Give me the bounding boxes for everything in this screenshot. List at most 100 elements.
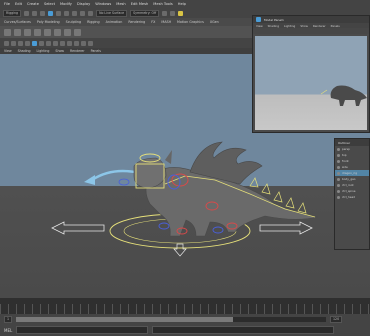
spike-control-5[interactable]: [297, 202, 307, 214]
transform-node-icon: [337, 177, 340, 181]
symmetry-field[interactable]: Symmetry: Off: [130, 9, 160, 17]
persp-menu-item-2[interactable]: Lighting: [284, 24, 295, 28]
range-slider-thumb[interactable]: [16, 316, 234, 322]
spike-control-3[interactable]: [273, 191, 283, 203]
shelf-tab-0[interactable]: Curves/Surfaces: [4, 20, 31, 24]
persp-window[interactable]: Model Panel1 View Shading Lighting Show Rend…: [252, 15, 370, 133]
time-slider[interactable]: [0, 298, 370, 314]
bind-skin-icon[interactable]: [24, 28, 31, 36]
shelf-tab-7[interactable]: MASH: [161, 20, 171, 24]
persp-menu-item-5[interactable]: Panels: [331, 24, 340, 28]
shadows-icon[interactable]: [74, 40, 79, 46]
command-input[interactable]: [16, 326, 149, 334]
snap-grid-icon[interactable]: [72, 10, 78, 16]
lasso-tool-icon[interactable]: [56, 10, 62, 16]
open-scene-icon[interactable]: [32, 10, 38, 16]
menu-item-8[interactable]: Edit Mesh: [131, 2, 149, 6]
range-start-field[interactable]: 1: [4, 315, 13, 323]
spike-control-4[interactable]: [285, 197, 295, 209]
aim-arrow[interactable]: [91, 169, 136, 182]
constraint-icon[interactable]: [74, 28, 81, 36]
shelf-tab-1[interactable]: Poly Modeling: [37, 20, 60, 24]
panel-menu-item-2[interactable]: Lighting: [37, 49, 50, 53]
joint-tool-icon[interactable]: [4, 28, 11, 36]
paint-weights-icon[interactable]: [34, 28, 41, 36]
foot-control-back-left[interactable]: [212, 226, 224, 234]
shelf-tab-4[interactable]: Animation: [106, 20, 123, 24]
render-icon[interactable]: [162, 10, 168, 16]
menu-item-7[interactable]: Mesh: [116, 2, 125, 6]
range-end-field[interactable]: 120: [330, 315, 343, 323]
render-settings-icon[interactable]: [178, 10, 184, 16]
bookmark-icon[interactable]: [18, 40, 23, 46]
wireframe-icon[interactable]: [46, 40, 51, 46]
menu-item-0[interactable]: File: [4, 2, 10, 6]
ipr-render-icon[interactable]: [170, 10, 176, 16]
grid-toggle-icon[interactable]: [32, 40, 37, 46]
select-tool-icon[interactable]: [48, 10, 54, 16]
shelf-tab-5[interactable]: Rendering: [128, 20, 145, 24]
shelf-tab-9[interactable]: XGen: [210, 20, 219, 24]
move-arrow-left[interactable]: [51, 221, 105, 235]
new-scene-icon[interactable]: [24, 10, 30, 16]
menu-item-3[interactable]: Select: [44, 2, 55, 6]
shelf-tab-2[interactable]: Sculpting: [66, 20, 81, 24]
panel-menu-item-1[interactable]: Shading: [18, 49, 31, 53]
persp-window-title: Model Panel1: [264, 17, 284, 22]
outliner-title: Outliner: [338, 140, 351, 145]
persp-window-titlebar[interactable]: Model Panel1: [253, 16, 369, 23]
move-arrow-right[interactable]: [259, 221, 313, 235]
shelf-tab-6[interactable]: FX: [151, 20, 155, 24]
film-gate-icon[interactable]: [39, 40, 44, 46]
spike-control-2[interactable]: [261, 183, 271, 195]
transform-node-icon: [337, 171, 340, 175]
persp-window-viewport[interactable]: [255, 36, 367, 130]
snap-curve-icon[interactable]: [80, 10, 86, 16]
snap-point-icon[interactable]: [88, 10, 94, 16]
smooth-shade-icon[interactable]: [53, 40, 58, 46]
foot-control-front-left[interactable]: [158, 222, 170, 230]
menu-item-1[interactable]: Edit: [15, 2, 22, 6]
spike-control-1[interactable]: [249, 177, 259, 188]
panel-menu-item-5[interactable]: Panels: [91, 49, 101, 53]
persp-menu-item-0[interactable]: View: [256, 24, 263, 28]
mode-dropdown[interactable]: Rigging: [3, 9, 22, 17]
outliner-window[interactable]: Outliner persp top front side dragon_rig body…: [334, 138, 370, 250]
isolate-select-icon[interactable]: [81, 40, 86, 46]
menu-item-6[interactable]: Windows: [95, 2, 111, 6]
cluster-icon[interactable]: [44, 28, 51, 36]
dragon-model[interactable]: [133, 141, 319, 237]
camera-lock-icon[interactable]: [11, 40, 16, 46]
panel-menu-item-0[interactable]: View: [4, 49, 12, 53]
outliner-row[interactable]: ctrl_head: [335, 194, 369, 200]
shelf-tab-3[interactable]: Rigging: [87, 20, 100, 24]
lights-icon[interactable]: [67, 40, 72, 46]
shelf-tab-8[interactable]: Motion Graphics: [177, 20, 204, 24]
menu-item-4[interactable]: Modify: [60, 2, 72, 6]
paint-select-icon[interactable]: [64, 10, 70, 16]
command-line: MEL: [0, 324, 370, 336]
menu-item-5[interactable]: Display: [77, 2, 90, 6]
persp-menu-item-1[interactable]: Shading: [268, 24, 279, 28]
menu-item-9[interactable]: Mesh Tools: [153, 2, 172, 6]
menu-item-2[interactable]: Create: [27, 2, 39, 6]
persp-menu-item-3[interactable]: Show: [300, 24, 308, 28]
textured-icon[interactable]: [60, 40, 65, 46]
blend-shape-icon[interactable]: [64, 28, 71, 36]
range-slider[interactable]: [16, 316, 327, 322]
outliner-titlebar[interactable]: Outliner: [335, 139, 369, 146]
move-arrow-front[interactable]: [173, 243, 187, 257]
jaw-control-blue[interactable]: [118, 178, 130, 186]
ik-handle-icon[interactable]: [14, 28, 21, 36]
lattice-icon[interactable]: [54, 28, 61, 36]
panel-menu-item-4[interactable]: Renderer: [70, 49, 85, 53]
live-surface-field[interactable]: No Live Surface: [96, 9, 128, 17]
save-scene-icon[interactable]: [40, 10, 46, 16]
menu-item-10[interactable]: Help: [178, 2, 186, 6]
panel-menu-item-3[interactable]: Show: [55, 49, 64, 53]
range-slider-bar: 1 120: [0, 314, 370, 324]
persp-menu-item-4[interactable]: Renderer: [313, 24, 326, 28]
camera-select-icon[interactable]: [4, 40, 9, 46]
xray-icon[interactable]: [88, 40, 93, 46]
image-plane-icon[interactable]: [25, 40, 30, 46]
